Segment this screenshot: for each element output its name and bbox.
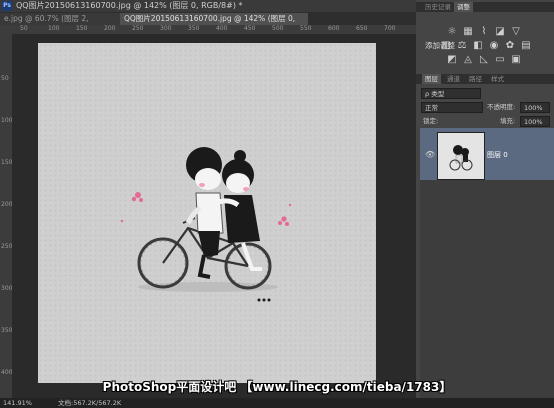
hsl-icon[interactable]: ▥ [440, 40, 452, 52]
ruler-tick-label: 50 [20, 25, 28, 32]
ruler-tick-label: 200 [104, 25, 116, 32]
window-title: QQ图片20150613160700.jpg @ 142% (图层 0, RGB… [16, 1, 243, 10]
visibility-eye-icon[interactable]: 👁 [425, 150, 435, 159]
tab-qq-image[interactable]: QQ图片20150613160700.jpg @ 142% (图层 0, RGB… [120, 13, 308, 35]
ruler-tick-label: 150 [1, 159, 13, 166]
layer-thumbnail[interactable] [437, 132, 485, 180]
photoshop-logo-icon: Ps [2, 1, 12, 11]
tab-paths[interactable]: 路径 [466, 74, 485, 84]
ruler-tick-label: 300 [160, 25, 172, 32]
document-canvas[interactable] [38, 43, 376, 383]
ruler-tick-label: 600 [328, 25, 340, 32]
ruler-tick-label: 250 [1, 243, 13, 250]
document-tab-bar: e.jpg @ 60.7% (图层 2, RGB/8#) * × QQ图片201… [0, 12, 416, 35]
ruler-horizontal[interactable]: 50 100 150 200 250 300 350 400 450 500 5… [12, 25, 416, 34]
brightness-icon[interactable]: ☼ [446, 26, 458, 38]
selective-color-icon[interactable]: ▣ [510, 54, 522, 66]
ruler-tick-label: 50 [1, 75, 9, 82]
vibrance-icon[interactable]: ▽ [510, 26, 522, 38]
layer-thumbnail-art [449, 145, 473, 171]
zoom-level[interactable]: 141.91% [3, 398, 32, 408]
layers-panel-tabs: 图层 通道 路径 样式 [416, 74, 554, 84]
status-bar: 141.91% 文档:567.2K/567.2K [0, 398, 554, 408]
fill-input[interactable]: 100% [520, 116, 550, 127]
couple-bicycle-illustration [120, 147, 292, 302]
tab-e-jpg[interactable]: e.jpg @ 60.7% (图层 2, RGB/8#) * × [0, 13, 122, 35]
document-size: 文档:567.2K/567.2K [58, 399, 122, 407]
layer-filter-select[interactable]: ρ 类型 [421, 88, 481, 99]
tab-styles[interactable]: 样式 [488, 74, 507, 84]
ruler-tick-label: 550 [300, 25, 312, 32]
layers-list-area [420, 180, 554, 398]
ruler-tick-label: 300 [1, 285, 13, 292]
threshold-icon[interactable]: ◺ [478, 54, 490, 66]
ruler-tick-label: 250 [132, 25, 144, 32]
ruler-tick-label: 650 [356, 25, 368, 32]
ruler-tick-label: 400 [216, 25, 228, 32]
tab-adjustments[interactable]: 调整 [454, 2, 473, 12]
blend-mode-select[interactable]: 正常 [421, 102, 483, 113]
opacity-input[interactable]: 100% [520, 102, 550, 113]
ruler-vertical[interactable]: 50 100 150 200 250 300 350 400 [0, 25, 12, 400]
ruler-tick-label: 150 [76, 25, 88, 32]
bw-icon[interactable]: ◧ [472, 40, 484, 52]
ruler-tick-label: 200 [1, 201, 13, 208]
watermark-text: PhotoShop平面设计吧 【www.linecg.com/tieba/178… [102, 380, 452, 394]
curves-icon[interactable]: ⌇ [478, 26, 490, 38]
layer-name[interactable]: 图层 0 [487, 150, 508, 160]
tab-history[interactable]: 历史记录 [422, 2, 454, 12]
gradient-map-icon[interactable]: ▭ [494, 54, 506, 66]
invert-icon[interactable]: ◩ [446, 54, 458, 66]
ruler-tick-label: 100 [48, 25, 60, 32]
ruler-tick-label: 100 [1, 117, 13, 124]
ruler-tick-label: 450 [244, 25, 256, 32]
posterize-icon[interactable]: ◬ [462, 54, 474, 66]
boy-shirt [195, 192, 224, 234]
color-balance-icon[interactable]: ⚖ [456, 40, 468, 52]
lock-label: 锁定: [423, 117, 439, 125]
history-adjust-tabs: 历史记录 调整 [416, 2, 554, 12]
exposure-icon[interactable]: ◪ [494, 26, 506, 38]
channel-mixer-icon[interactable]: ✿ [504, 40, 516, 52]
boy-face [195, 168, 221, 190]
opacity-label: 不透明度: [487, 103, 516, 111]
boy-pants [198, 231, 220, 257]
ruler-tick-label: 350 [1, 327, 13, 334]
ruler-tick-label: 350 [188, 25, 200, 32]
fill-label: 填充: [500, 117, 516, 125]
levels-icon[interactable]: ▦ [462, 26, 474, 38]
color-lookup-icon[interactable]: ▤ [520, 40, 532, 52]
photo-filter-icon[interactable]: ◉ [488, 40, 500, 52]
ruler-tick-label: 400 [1, 369, 13, 376]
ellipsis-dots [257, 298, 271, 302]
ruler-tick-label: 500 [272, 25, 284, 32]
tab-channels[interactable]: 通道 [444, 74, 463, 84]
tab-layers[interactable]: 图层 [422, 74, 441, 84]
ruler-tick-label: 700 [384, 25, 396, 32]
